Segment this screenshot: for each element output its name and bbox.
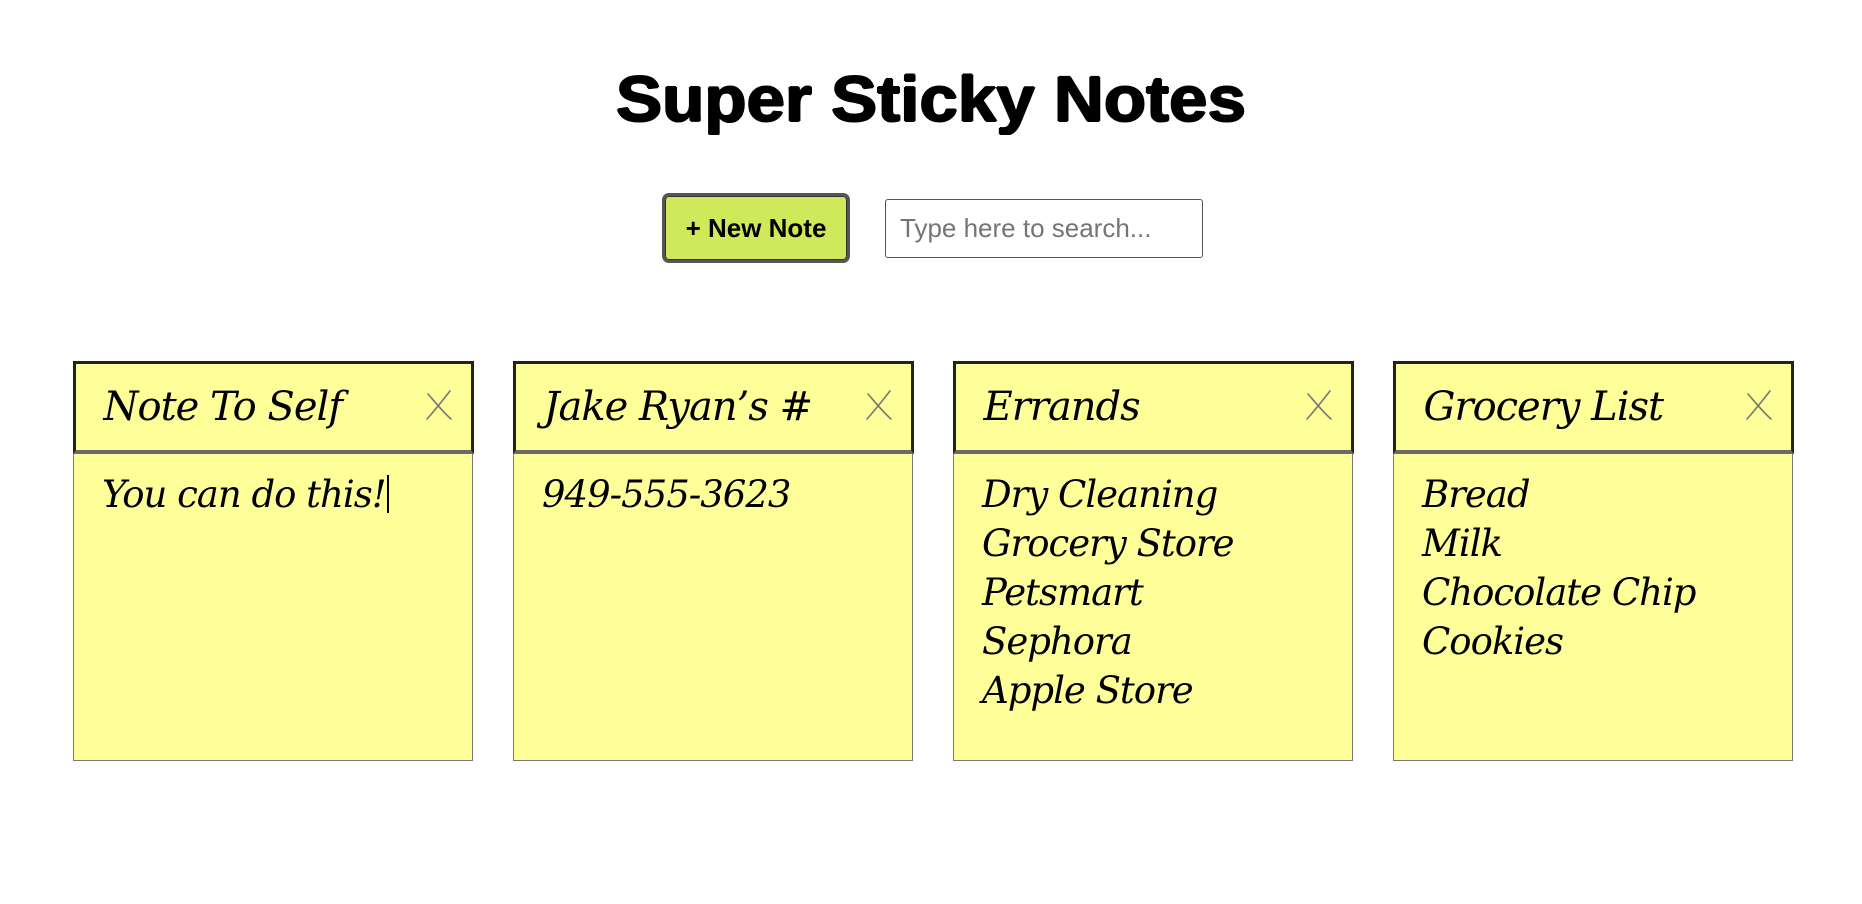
note-header: Note To Self: [72, 360, 474, 454]
note-title[interactable]: Note To Self: [104, 384, 344, 430]
note-line: Grocery Store: [982, 521, 1235, 565]
search-input[interactable]: [885, 199, 1203, 258]
note-card: Jake Ryan’s # 949-555-3623: [512, 360, 914, 761]
note-body[interactable]: Bread Milk Chocolate Chip Cookies: [1394, 454, 1792, 666]
note-title[interactable]: Grocery List: [1424, 384, 1665, 430]
note-line: Bread: [1422, 472, 1531, 516]
note-title[interactable]: Errands: [984, 384, 1141, 430]
note-header: Errands: [952, 360, 1354, 454]
close-icon[interactable]: [419, 386, 459, 426]
note-body[interactable]: Dry Cleaning Grocery Store Petsmart Seph…: [954, 454, 1352, 715]
page-title: Super Sticky Notes: [616, 63, 1246, 135]
note-body[interactable]: 949-555-3623: [514, 454, 912, 519]
note-title[interactable]: Jake Ryan’s #: [544, 384, 814, 430]
note-line: You can do this!: [102, 470, 444, 519]
note-line: Cookies: [1422, 619, 1564, 663]
note-line: Milk: [1422, 521, 1503, 565]
close-icon[interactable]: [1739, 386, 1779, 426]
toolbar: + New Note: [0, 193, 1862, 265]
note-line: Dry Cleaning: [982, 472, 1218, 516]
note-header: Grocery List: [1392, 360, 1794, 454]
note-body[interactable]: You can do this!: [74, 454, 472, 519]
notes-list: Note To Self You can do this! Jake Ryan’…: [72, 360, 1794, 761]
note-header: Jake Ryan’s #: [512, 360, 914, 454]
new-note-button[interactable]: + New Note: [662, 193, 850, 263]
text-cursor: [386, 474, 389, 513]
close-icon[interactable]: [859, 386, 899, 426]
note-line: 949-555-3623: [542, 472, 791, 516]
note-line: Apple Store: [982, 668, 1194, 712]
note-card: Note To Self You can do this!: [72, 360, 474, 761]
note-line: Petsmart: [982, 570, 1144, 614]
note-card: Grocery List Bread Milk Chocolate Chip C…: [1392, 360, 1794, 761]
note-line: Chocolate Chip: [1422, 570, 1697, 614]
close-icon[interactable]: [1299, 386, 1339, 426]
note-line: Sephora: [982, 619, 1133, 663]
note-card: Errands Dry Cleaning Grocery Store Petsm…: [952, 360, 1354, 761]
